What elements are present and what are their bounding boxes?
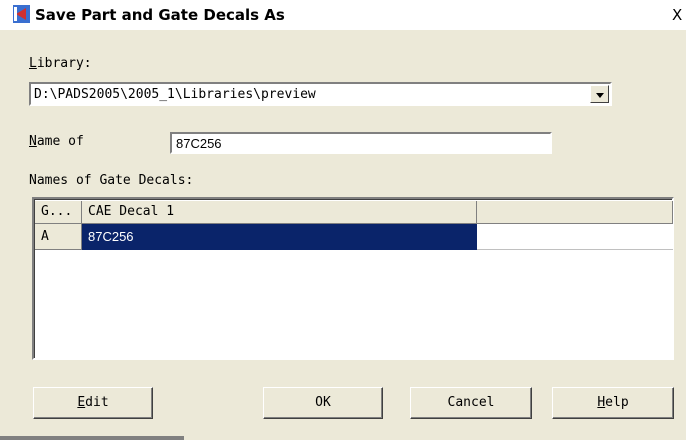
name-input[interactable]: 87C256 <box>170 132 552 154</box>
cancel-button[interactable]: Cancel <box>410 387 532 419</box>
library-label-text: ibrary: <box>36 56 92 71</box>
edit-button-mnemonic: E <box>77 395 86 410</box>
ok-button[interactable]: OK <box>263 387 383 419</box>
row-decal-cell[interactable]: 87C256 <box>82 224 477 250</box>
name-label-mnemonic: N <box>29 134 37 149</box>
row-gate-cell[interactable]: A <box>35 224 82 250</box>
name-input-value: 87C256 <box>176 136 222 151</box>
library-label-mnemonic: L <box>29 56 37 71</box>
edit-button-text: dit <box>85 395 109 410</box>
app-icon <box>13 5 30 23</box>
library-path-value: D:\PADS2005\2005_1\Libraries\preview <box>34 87 316 102</box>
chevron-down-icon[interactable] <box>590 85 609 103</box>
title-bar[interactable]: Save Part and Gate Decals As X <box>0 0 686 30</box>
bottom-edge-bar <box>0 436 184 440</box>
column-header-empty[interactable] <box>477 201 673 224</box>
name-label: Name of <box>29 134 84 149</box>
row-extra-cell[interactable] <box>477 224 673 250</box>
help-button-mnemonic: H <box>597 395 606 410</box>
gate-decals-label: Names of Gate Decals: <box>29 173 194 188</box>
edit-button[interactable]: Edit <box>33 387 153 419</box>
help-button-text: elp <box>605 395 629 410</box>
library-dropdown[interactable]: D:\PADS2005\2005_1\Libraries\preview <box>29 82 612 106</box>
name-label-text: ame of <box>36 134 84 149</box>
help-button[interactable]: Help <box>552 387 674 419</box>
column-header-gate[interactable]: G... <box>35 201 82 224</box>
gate-decals-grid[interactable]: G... CAE Decal 1 A 87C256 <box>32 197 674 360</box>
close-button[interactable]: X <box>672 5 686 25</box>
library-label: Library: <box>29 56 92 71</box>
column-header-cae-decal[interactable]: CAE Decal 1 <box>82 201 477 224</box>
window-title: Save Part and Gate Decals As <box>35 6 285 24</box>
